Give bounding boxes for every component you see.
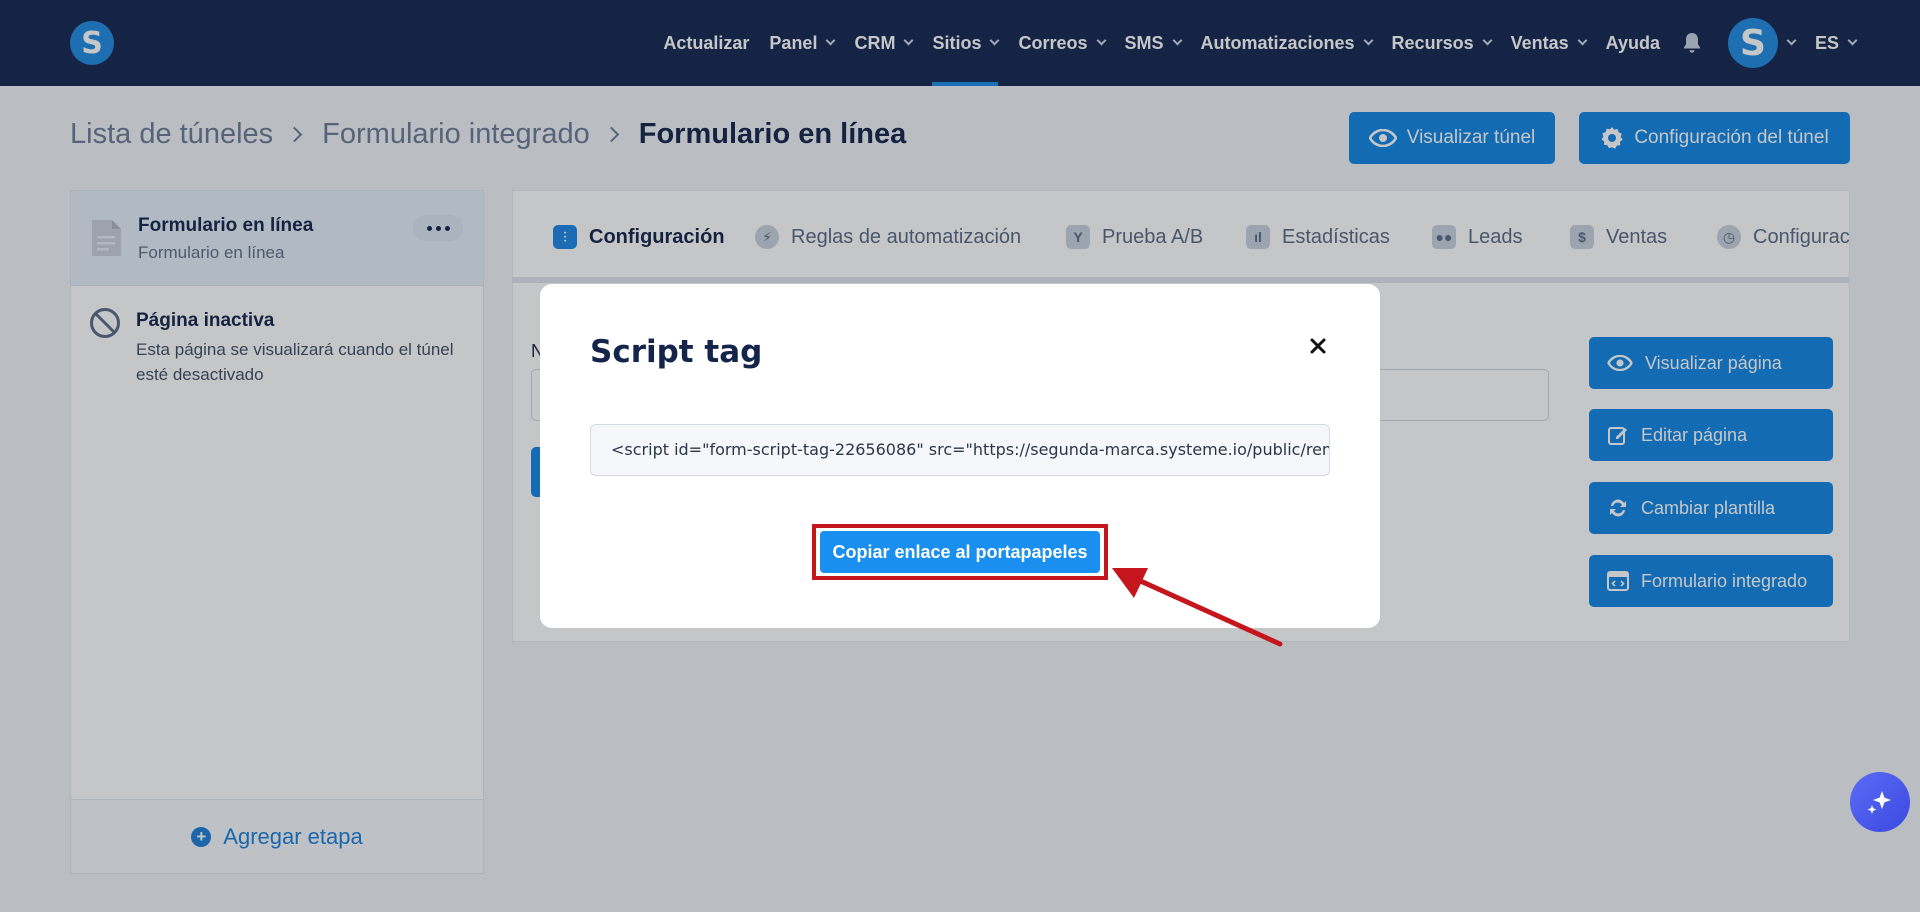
sparkles-icon: [1867, 791, 1891, 814]
copy-link-button[interactable]: Copiar enlace al portapapeles: [820, 531, 1100, 573]
script-tag-field[interactable]: <script id="form-script-tag-22656086" sr…: [590, 424, 1330, 476]
highlight-box: Copiar enlace al portapapeles: [812, 524, 1108, 580]
modal-title: Script tag: [590, 334, 763, 370]
ai-assistant-button[interactable]: [1850, 772, 1910, 832]
close-icon[interactable]: [1306, 334, 1330, 358]
annotation-arrow: [1112, 568, 1283, 647]
